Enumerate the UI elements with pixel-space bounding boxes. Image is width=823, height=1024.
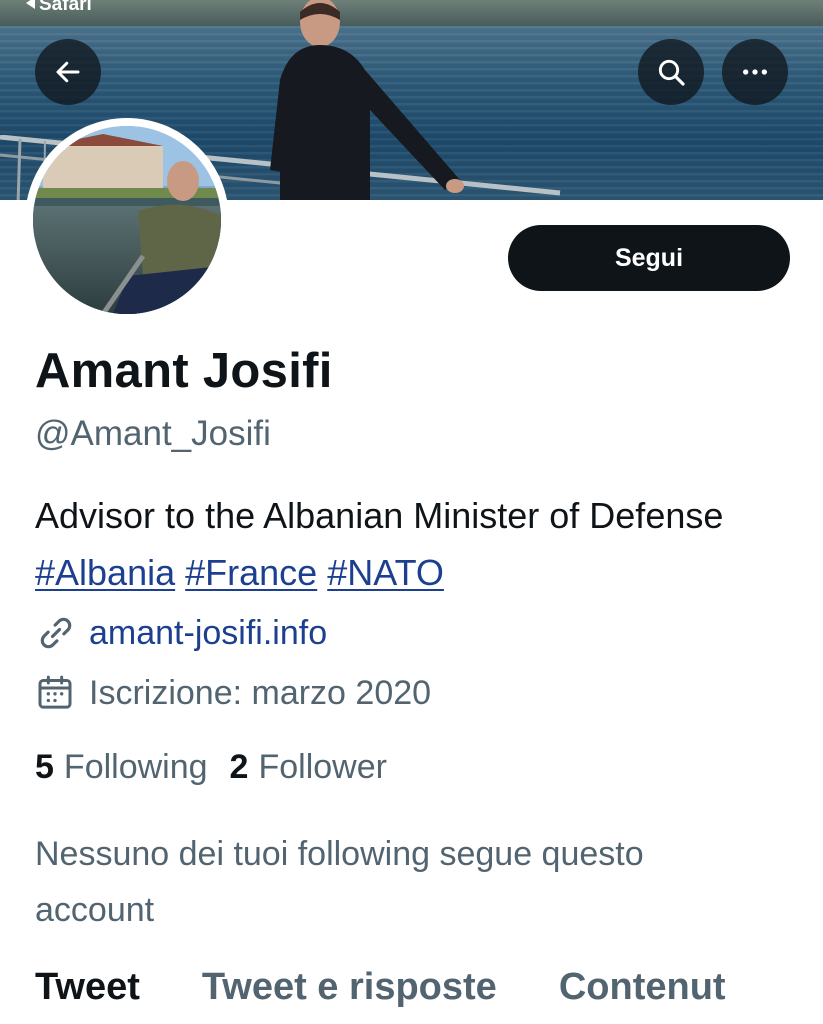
user-handle: @Amant_Josifi	[35, 414, 271, 453]
bio: Advisor to the Albanian Minister of Defe…	[35, 487, 805, 601]
bio-text: Advisor to the Albanian Minister of Defe…	[35, 495, 724, 536]
avatar-image	[33, 126, 221, 314]
more-options-button[interactable]	[722, 39, 788, 105]
search-button[interactable]	[638, 39, 704, 105]
calendar-icon	[38, 675, 72, 709]
hashtag-nato[interactable]: #NATO	[327, 552, 444, 593]
following-label: Following	[63, 748, 208, 786]
hashtag-france[interactable]: #France	[185, 552, 317, 593]
search-icon	[658, 59, 685, 86]
tab-contenuti[interactable]: Contenut	[559, 966, 726, 1009]
arrow-left-icon	[56, 61, 80, 83]
status-back-app: Safari	[39, 0, 92, 15]
joined-row: Iscrizione: marzo 2020	[35, 673, 431, 713]
back-triangle-icon	[26, 0, 35, 9]
follower-count: 2	[229, 748, 249, 786]
tab-tweet-e-risposte[interactable]: Tweet e risposte	[202, 966, 497, 1009]
joined-date: Iscrizione: marzo 2020	[89, 673, 432, 712]
follow-counts: 5 Following 2 Follower	[35, 748, 409, 787]
link-icon	[40, 617, 72, 649]
status-bar-back[interactable]: Safari	[26, 0, 92, 16]
banner-person	[270, 0, 464, 200]
follow-button[interactable]: Segui	[508, 225, 790, 291]
tab-tweet[interactable]: Tweet	[35, 966, 140, 1009]
display-name: Amant Josifi	[35, 344, 333, 398]
follower-count-link[interactable]: 2 Follower	[230, 748, 387, 787]
more-horizontal-icon	[743, 69, 767, 75]
avatar-photo	[33, 126, 221, 314]
website-row: amant-josifi.info	[35, 612, 327, 654]
website-link[interactable]: amant-josifi.info	[89, 614, 327, 653]
follower-label: Follower	[258, 748, 387, 786]
following-count-link[interactable]: 5 Following	[35, 748, 208, 787]
profile-page: Safari Segui Amant Josifi @Amant_Josifi …	[0, 0, 823, 1024]
mutual-followers-note: Nessuno dei tuoi following segue questo …	[35, 835, 644, 929]
following-count: 5	[35, 748, 54, 786]
profile-tabs: Tweet Tweet e risposte Contenut	[35, 966, 788, 1009]
hashtag-albania[interactable]: #Albania	[35, 552, 175, 593]
avatar[interactable]	[25, 118, 229, 322]
back-button[interactable]	[35, 39, 101, 105]
